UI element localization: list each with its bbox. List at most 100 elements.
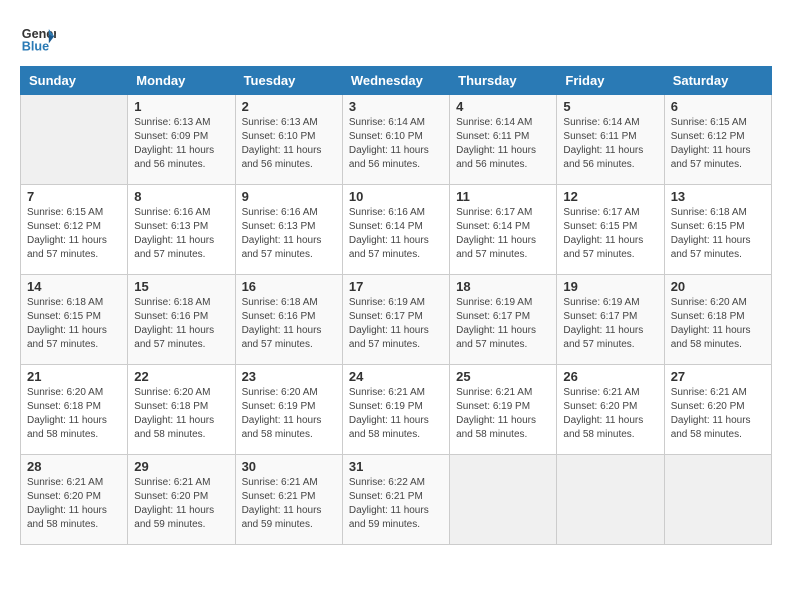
day-number: 4: [456, 99, 550, 114]
calendar-cell: 18 Sunrise: 6:19 AM Sunset: 6:17 PM Dayli…: [450, 275, 557, 365]
day-number: 23: [242, 369, 336, 384]
calendar-cell: 25Sunrise: 6:21 AM Sunset: 6:19 PM Dayli…: [450, 365, 557, 455]
calendar-cell: [557, 455, 664, 545]
day-info: Sunrise: 6:18 AM Sunset: 6:15 PM Dayligh…: [671, 206, 765, 262]
day-info: Sunrise: 6:20 AM Sunset: 6:18 PM Dayligh…: [27, 386, 121, 442]
weekday-header-row: SundayMondayTuesdayWednesdayThursdayFrid…: [21, 67, 772, 95]
day-info: Sunrise: 6:14 AM Sunset: 6:10 PM Dayligh…: [349, 116, 443, 172]
calendar-cell: 21 Sunrise: 6:20 AM Sunset: 6:18 PM Dayli…: [21, 365, 128, 455]
calendar-cell: 23Sunrise: 6:20 AM Sunset: 6:19 PM Dayli…: [235, 365, 342, 455]
day-number: 8: [134, 189, 228, 204]
calendar-cell: [450, 455, 557, 545]
day-number: 12: [563, 189, 657, 204]
calendar-cell: 29 Sunrise: 6:21 AM Sunset: 6:20 PM Dayli…: [128, 455, 235, 545]
weekday-header-monday: Monday: [128, 67, 235, 95]
day-info: Sunrise: 6:21 AM Sunset: 6:20 PM Dayligh…: [134, 476, 228, 532]
day-number: 30: [242, 459, 336, 474]
day-number: 27: [671, 369, 765, 384]
calendar-cell: [664, 455, 771, 545]
day-number: 13: [671, 189, 765, 204]
weekday-header-tuesday: Tuesday: [235, 67, 342, 95]
calendar-body: 1 Sunrise: 6:13 AM Sunset: 6:09 PM Daylig…: [21, 95, 772, 545]
calendar-week-row: 28 Sunrise: 6:21 AM Sunset: 6:20 PM Dayli…: [21, 455, 772, 545]
calendar-week-row: 1 Sunrise: 6:13 AM Sunset: 6:09 PM Daylig…: [21, 95, 772, 185]
calendar-cell: 3 Sunrise: 6:14 AM Sunset: 6:10 PM Daylig…: [342, 95, 449, 185]
day-info: Sunrise: 6:17 AM Sunset: 6:15 PM Dayligh…: [563, 206, 657, 262]
day-info: Sunrise: 6:19 AM Sunset: 6:17 PM Dayligh…: [456, 296, 550, 352]
calendar-cell: 22 Sunrise: 6:20 AM Sunset: 6:18 PM Dayli…: [128, 365, 235, 455]
weekday-header-sunday: Sunday: [21, 67, 128, 95]
calendar-cell: 16Sunrise: 6:18 AM Sunset: 6:16 PM Dayli…: [235, 275, 342, 365]
calendar-cell: 26Sunrise: 6:21 AM Sunset: 6:20 PM Dayli…: [557, 365, 664, 455]
day-info: Sunrise: 6:13 AM Sunset: 6:10 PM Dayligh…: [242, 116, 336, 172]
day-number: 9: [242, 189, 336, 204]
calendar-week-row: 14 Sunrise: 6:18 AM Sunset: 6:15 PM Dayli…: [21, 275, 772, 365]
page-header: General Blue: [20, 20, 772, 56]
day-info: Sunrise: 6:21 AM Sunset: 6:19 PM Dayligh…: [456, 386, 550, 442]
logo: General Blue: [20, 20, 60, 56]
calendar-cell: 28 Sunrise: 6:21 AM Sunset: 6:20 PM Dayli…: [21, 455, 128, 545]
day-number: 17: [349, 279, 443, 294]
calendar-cell: 10 Sunrise: 6:16 AM Sunset: 6:14 PM Dayli…: [342, 185, 449, 275]
calendar-cell: 30Sunrise: 6:21 AM Sunset: 6:21 PM Dayli…: [235, 455, 342, 545]
day-number: 10: [349, 189, 443, 204]
day-number: 19: [563, 279, 657, 294]
day-number: 11: [456, 189, 550, 204]
day-number: 16: [242, 279, 336, 294]
day-info: Sunrise: 6:16 AM Sunset: 6:13 PM Dayligh…: [134, 206, 228, 262]
calendar-cell: 9Sunrise: 6:16 AM Sunset: 6:13 PM Daylig…: [235, 185, 342, 275]
weekday-header-saturday: Saturday: [664, 67, 771, 95]
weekday-header-wednesday: Wednesday: [342, 67, 449, 95]
day-info: Sunrise: 6:19 AM Sunset: 6:17 PM Dayligh…: [349, 296, 443, 352]
day-number: 18: [456, 279, 550, 294]
calendar-cell: 1 Sunrise: 6:13 AM Sunset: 6:09 PM Daylig…: [128, 95, 235, 185]
calendar-cell: 4 Sunrise: 6:14 AM Sunset: 6:11 PM Daylig…: [450, 95, 557, 185]
day-number: 20: [671, 279, 765, 294]
day-info: Sunrise: 6:14 AM Sunset: 6:11 PM Dayligh…: [456, 116, 550, 172]
day-number: 14: [27, 279, 121, 294]
svg-text:Blue: Blue: [22, 40, 49, 54]
calendar-table: SundayMondayTuesdayWednesdayThursdayFrid…: [20, 66, 772, 545]
calendar-cell: 14 Sunrise: 6:18 AM Sunset: 6:15 PM Dayli…: [21, 275, 128, 365]
day-number: 29: [134, 459, 228, 474]
day-info: Sunrise: 6:18 AM Sunset: 6:16 PM Dayligh…: [134, 296, 228, 352]
day-number: 21: [27, 369, 121, 384]
day-number: 1: [134, 99, 228, 114]
calendar-cell: 11 Sunrise: 6:17 AM Sunset: 6:14 PM Dayli…: [450, 185, 557, 275]
day-number: 3: [349, 99, 443, 114]
day-info: Sunrise: 6:16 AM Sunset: 6:14 PM Dayligh…: [349, 206, 443, 262]
day-info: Sunrise: 6:14 AM Sunset: 6:11 PM Dayligh…: [563, 116, 657, 172]
day-info: Sunrise: 6:18 AM Sunset: 6:15 PM Dayligh…: [27, 296, 121, 352]
day-number: 6: [671, 99, 765, 114]
weekday-header-thursday: Thursday: [450, 67, 557, 95]
day-info: Sunrise: 6:15 AM Sunset: 6:12 PM Dayligh…: [671, 116, 765, 172]
day-number: 2: [242, 99, 336, 114]
day-info: Sunrise: 6:20 AM Sunset: 6:18 PM Dayligh…: [134, 386, 228, 442]
day-info: Sunrise: 6:15 AM Sunset: 6:12 PM Dayligh…: [27, 206, 121, 262]
day-info: Sunrise: 6:13 AM Sunset: 6:09 PM Dayligh…: [134, 116, 228, 172]
day-info: Sunrise: 6:20 AM Sunset: 6:18 PM Dayligh…: [671, 296, 765, 352]
calendar-cell: 24Sunrise: 6:21 AM Sunset: 6:19 PM Dayli…: [342, 365, 449, 455]
calendar-cell: 6 Sunrise: 6:15 AM Sunset: 6:12 PM Daylig…: [664, 95, 771, 185]
calendar-week-row: 7Sunrise: 6:15 AM Sunset: 6:12 PM Daylig…: [21, 185, 772, 275]
calendar-cell: [21, 95, 128, 185]
day-number: 24: [349, 369, 443, 384]
calendar-cell: 8 Sunrise: 6:16 AM Sunset: 6:13 PM Daylig…: [128, 185, 235, 275]
weekday-header-friday: Friday: [557, 67, 664, 95]
day-info: Sunrise: 6:21 AM Sunset: 6:20 PM Dayligh…: [27, 476, 121, 532]
day-number: 5: [563, 99, 657, 114]
calendar-header: SundayMondayTuesdayWednesdayThursdayFrid…: [21, 67, 772, 95]
day-number: 22: [134, 369, 228, 384]
calendar-cell: 27Sunrise: 6:21 AM Sunset: 6:20 PM Dayli…: [664, 365, 771, 455]
day-number: 28: [27, 459, 121, 474]
day-info: Sunrise: 6:17 AM Sunset: 6:14 PM Dayligh…: [456, 206, 550, 262]
calendar-cell: 13 Sunrise: 6:18 AM Sunset: 6:15 PM Dayli…: [664, 185, 771, 275]
calendar-cell: 20 Sunrise: 6:20 AM Sunset: 6:18 PM Dayli…: [664, 275, 771, 365]
calendar-cell: 5 Sunrise: 6:14 AM Sunset: 6:11 PM Daylig…: [557, 95, 664, 185]
calendar-cell: 2 Sunrise: 6:13 AM Sunset: 6:10 PM Daylig…: [235, 95, 342, 185]
day-info: Sunrise: 6:21 AM Sunset: 6:20 PM Dayligh…: [563, 386, 657, 442]
calendar-week-row: 21 Sunrise: 6:20 AM Sunset: 6:18 PM Dayli…: [21, 365, 772, 455]
day-info: Sunrise: 6:22 AM Sunset: 6:21 PM Dayligh…: [349, 476, 443, 532]
calendar-cell: 17 Sunrise: 6:19 AM Sunset: 6:17 PM Dayli…: [342, 275, 449, 365]
calendar-cell: 19Sunrise: 6:19 AM Sunset: 6:17 PM Dayli…: [557, 275, 664, 365]
